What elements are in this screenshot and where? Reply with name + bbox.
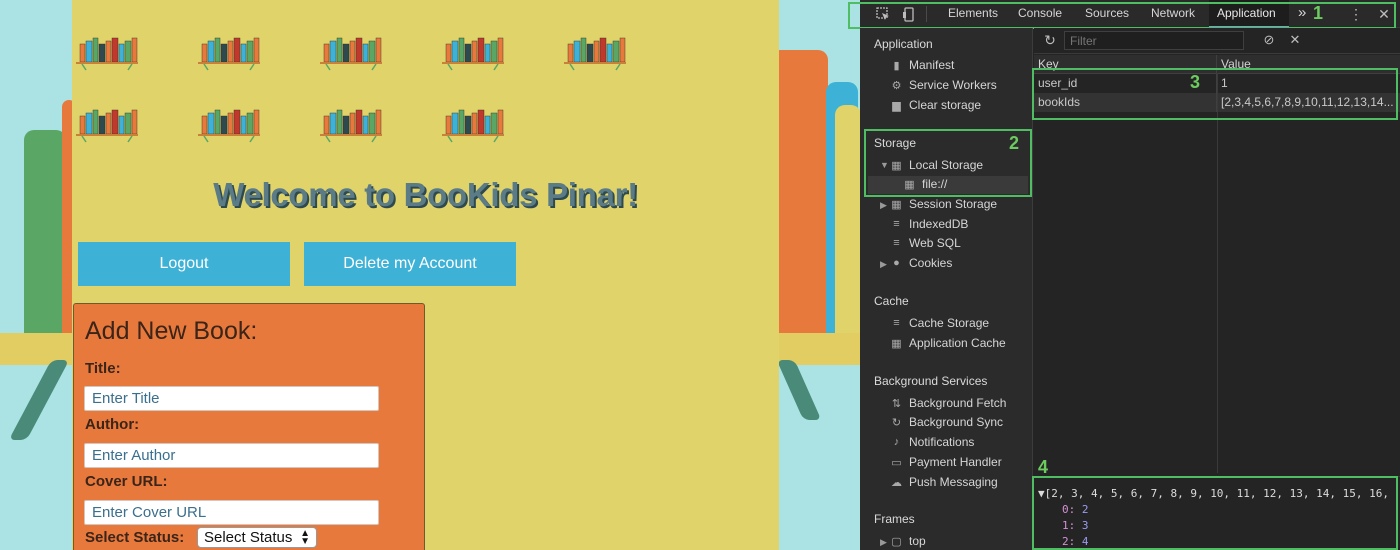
delete-account-button[interactable]: Delete my Account (304, 242, 516, 286)
shelf-bracket-right (776, 360, 822, 420)
shelf-bracket-left (8, 360, 70, 440)
welcome-heading: Welcome to BooKids Pinar! (213, 176, 638, 213)
table-icon: ▦ (891, 337, 902, 350)
author-input[interactable] (84, 443, 379, 468)
sidebar-item-notifications[interactable]: ♪ Notifications (890, 435, 975, 449)
application-sidebar: Application ▮ Manifest ⚙ Service Workers ▆… (860, 28, 1033, 550)
sidebar-item-label: Cache Storage (909, 316, 990, 330)
trash-icon: ▆ (892, 99, 901, 112)
cover-url-label: Cover URL: (85, 473, 168, 490)
table-icon: ▦ (891, 198, 902, 211)
collapsed-arrow-icon[interactable]: ▶ (880, 200, 887, 211)
sidebar-item-label: Push Messaging (909, 475, 998, 489)
sidebar-item-label: Cookies (909, 256, 953, 270)
annotation-box-value-preview (1032, 476, 1398, 550)
bookshelf-icon (76, 108, 138, 144)
filter-toolbar: ↻ ⊘ ✕ (1034, 28, 1400, 54)
sidebar-item-cookies[interactable]: ● Cookies (890, 256, 952, 270)
annotation-number-4: 4 (1038, 457, 1049, 477)
annotation-number-2: 2 (1009, 133, 1020, 153)
sidebar-item-label: Notifications (909, 435, 975, 449)
logout-button[interactable]: Logout (78, 242, 290, 286)
cookie-icon: ● (893, 257, 900, 269)
gear-icon: ⚙ (891, 79, 902, 92)
title-input[interactable] (84, 386, 379, 411)
sidebar-item-label: Web SQL (909, 236, 961, 250)
sidebar-item-payment-handler[interactable]: ▭ Payment Handler (890, 455, 1002, 469)
sidebar-section-cache: Cache (874, 294, 909, 308)
annotation-box-local-storage (864, 129, 1032, 197)
column-divider (1217, 73, 1218, 473)
status-select-value: Select Status (204, 529, 293, 546)
sidebar-item-background-sync[interactable]: ↻ Background Sync (890, 415, 1003, 429)
sidebar-item-application-cache[interactable]: ▦ Application Cache (890, 336, 1006, 350)
database-icon: ≡ (893, 218, 900, 230)
cloud-icon: ☁ (891, 476, 902, 489)
sidebar-item-background-fetch[interactable]: ⇅ Background Fetch (890, 396, 1007, 410)
background-book-green (24, 130, 66, 340)
annotation-box-storage-rows (1032, 68, 1398, 120)
sidebar-item-label: Manifest (909, 58, 955, 72)
bookshelf-icon (76, 36, 138, 72)
sidebar-item-cache-storage[interactable]: ≡ Cache Storage (890, 316, 989, 330)
bookshelf-icon (564, 36, 626, 72)
add-book-form: Add New Book: Title: Author: Cover URL: … (73, 303, 425, 550)
form-title: Add New Book: (85, 317, 258, 345)
sidebar-item-label: Clear storage (909, 98, 982, 112)
annotation-number-1: 1 (1313, 3, 1324, 23)
up-down-arrows-icon: ⇅ (891, 397, 902, 410)
database-icon: ≡ (893, 237, 900, 249)
sidebar-item-label: IndexedDB (909, 217, 969, 231)
bookshelf-icon (320, 36, 382, 72)
sidebar-item-frame-top[interactable]: ▢ top (890, 534, 926, 548)
sidebar-item-label: Session Storage (909, 197, 998, 211)
bookshelf-icon (198, 36, 260, 72)
bookshelf-icon (442, 108, 504, 144)
sidebar-item-label: Service Workers (909, 78, 997, 92)
file-icon: ▮ (893, 59, 900, 72)
collapsed-arrow-icon[interactable]: ▶ (880, 259, 887, 270)
sidebar-item-label: Application Cache (909, 336, 1006, 350)
clear-all-icon[interactable]: ⊘ (1261, 32, 1277, 48)
sidebar-item-label: top (909, 534, 926, 548)
annotation-number-3: 3 (1190, 72, 1201, 92)
filter-input[interactable] (1064, 31, 1244, 50)
sidebar-section-application: Application (874, 37, 933, 51)
status-label: Select Status: (85, 529, 185, 546)
collapsed-arrow-icon[interactable]: ▶ (880, 537, 887, 548)
sidebar-section-frames: Frames (874, 512, 915, 526)
bookshelf-icon (198, 108, 260, 144)
sidebar-item-label: Background Sync (909, 415, 1004, 429)
sync-icon: ↻ (891, 416, 902, 429)
sidebar-section-background-services: Background Services (874, 374, 988, 388)
title-label: Title: (85, 360, 121, 377)
sidebar-item-label: Payment Handler (909, 455, 1002, 469)
sidebar-item-push-messaging[interactable]: ☁ Push Messaging (890, 475, 998, 489)
sidebar-item-web-sql[interactable]: ≡ Web SQL (890, 236, 961, 250)
sidebar-item-indexeddb[interactable]: ≡ IndexedDB (890, 217, 968, 231)
status-select[interactable]: Select Status ▲ ▼ (197, 527, 317, 548)
refresh-icon[interactable]: ↻ (1042, 32, 1058, 48)
devtools-panel: Elements Console Sources Network Applica… (848, 0, 1400, 550)
select-arrows-icon: ▲ ▼ (300, 527, 310, 547)
background-book-yellow (835, 105, 861, 340)
card-icon: ▭ (891, 456, 902, 469)
app-panel: Welcome to BooKids Pinar! Logout Delete … (72, 0, 779, 550)
author-label: Author: (85, 416, 140, 433)
bell-icon: ♪ (893, 436, 900, 448)
sidebar-item-label: Background Fetch (909, 396, 1007, 410)
frame-icon: ▢ (891, 535, 902, 548)
sidebar-item-service-workers[interactable]: ⚙ Service Workers (890, 78, 997, 92)
database-icon: ≡ (893, 317, 900, 329)
bookshelf-icon (442, 36, 504, 72)
sidebar-item-clear-storage[interactable]: ▆ Clear storage (890, 98, 981, 112)
cover-url-input[interactable] (84, 500, 379, 525)
sidebar-item-manifest[interactable]: ▮ Manifest (890, 58, 954, 72)
delete-selected-icon[interactable]: ✕ (1287, 32, 1303, 48)
sidebar-item-session-storage[interactable]: ▦ Session Storage (890, 197, 997, 211)
bookshelf-icon (320, 108, 382, 144)
